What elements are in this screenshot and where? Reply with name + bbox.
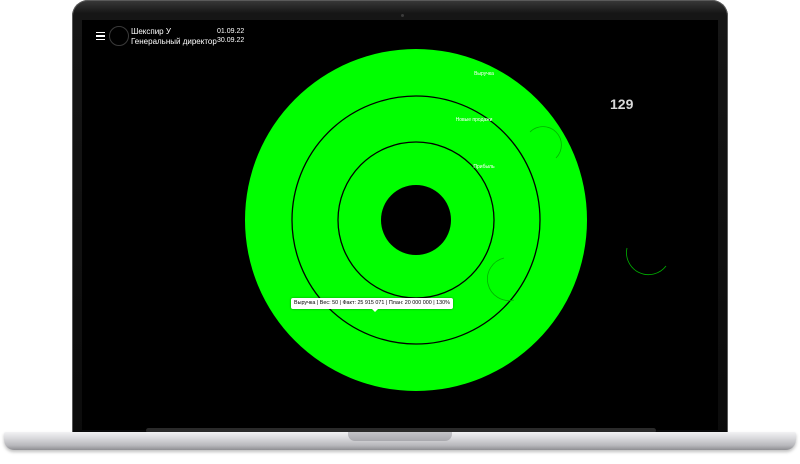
ring-chart: Выручка Новые продажи Прибыль bbox=[245, 49, 667, 391]
chart-center-hole bbox=[381, 185, 451, 255]
counter-value: 129 bbox=[610, 96, 634, 112]
chart-tooltip: Выручка | Вес: 50 | Факт: 25 915 071 | П… bbox=[291, 298, 453, 309]
ring-revenue-end bbox=[626, 247, 667, 276]
ring-label-new-sales: Новые продажи bbox=[456, 117, 493, 123]
ring-label-profit: Прибыль bbox=[473, 164, 495, 170]
camera-icon bbox=[401, 14, 404, 17]
tooltip-arrow bbox=[372, 309, 378, 312]
ring-label-revenue: Выручка bbox=[474, 71, 494, 77]
laptop-base-notch bbox=[348, 432, 452, 441]
app-screen: Шекспир У Генеральный директор 01.09.22 … bbox=[82, 20, 718, 430]
laptop-mockup: Шекспир У Генеральный директор 01.09.22 … bbox=[0, 0, 800, 464]
